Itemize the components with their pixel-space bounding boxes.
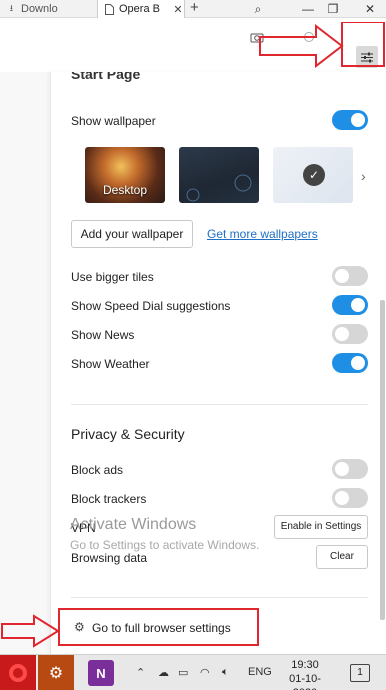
cloud-icon[interactable]: ☁ [158, 666, 169, 679]
get-more-wallpapers-link[interactable]: Get more wallpapers [207, 227, 318, 241]
battery-icon[interactable]: ▭ [178, 666, 188, 679]
tab-strip: ⭳ Downlo Opera B ✕ + ⌕ — ❐ ✕ [0, 0, 386, 18]
show-weather-toggle[interactable] [332, 353, 368, 373]
section-title-privacy: Privacy & Security [71, 426, 185, 442]
close-tab-icon[interactable]: ✕ [172, 3, 184, 16]
close-window-button[interactable]: ✕ [352, 0, 386, 18]
wallpaper-dark[interactable] [179, 147, 259, 203]
browsing-data-label: Browsing data [71, 551, 148, 565]
setting-label: Show Weather [71, 357, 150, 371]
volume-icon[interactable]: 🔈︎ [222, 666, 229, 679]
setting-label: Show News [71, 328, 135, 342]
block-ads-label: Block ads [71, 463, 124, 477]
opera-icon [9, 664, 27, 682]
setting-label: Use bigger tiles [71, 270, 154, 284]
divider [71, 404, 368, 405]
download-icon: ⭳ [9, 3, 14, 13]
panel-scrollbar[interactable] [380, 300, 385, 620]
show-wallpaper-toggle[interactable] [332, 110, 368, 130]
tab-label: Downlo [21, 3, 58, 15]
wallpaper-label: Desktop [102, 183, 148, 197]
section-title-start-page: Start Page [71, 72, 141, 82]
tab-opera-browser[interactable]: Opera B ✕ [97, 0, 185, 18]
notification-center-icon[interactable]: 1 [350, 664, 370, 682]
onenote-icon: N [96, 665, 106, 681]
chevron-right-icon[interactable]: › [361, 168, 366, 184]
setting-label: Show Speed Dial suggestions [71, 299, 231, 313]
wallpaper-desktop[interactable]: Desktop [85, 147, 165, 203]
clock-time: 19:30 [291, 659, 319, 671]
search-tabs-icon[interactable]: ⌕ [240, 0, 276, 18]
show-news-toggle[interactable] [332, 324, 368, 344]
onenote-app-button[interactable]: N [88, 660, 114, 686]
taskbar: ⚙ N ⌃ ☁ ▭ ◠ 🔈︎ ENG 19:30 01-10-2020 1 [0, 654, 386, 690]
full-browser-settings-link[interactable]: ⚙ Go to full browser settings [58, 608, 259, 646]
enable-vpn-button[interactable]: Enable in Settings [274, 515, 368, 539]
show-wallpaper-label: Show wallpaper [71, 114, 156, 128]
add-wallpaper-button[interactable]: Add your wallpaper [71, 220, 193, 248]
tab-downloads[interactable]: ⭳ Downlo [0, 0, 96, 18]
speed-dial-suggestions-toggle[interactable] [332, 295, 368, 315]
clock[interactable]: 19:30 01-10-2020 [280, 658, 330, 690]
selected-check-icon: ✓ [303, 164, 325, 186]
new-tab-button[interactable]: + [190, 0, 199, 18]
gear-icon: ⚙ [74, 620, 85, 634]
full-settings-label: Go to full browser settings [92, 621, 231, 635]
clock-date: 01-10-2020 [289, 673, 321, 690]
page-background [0, 72, 50, 654]
bigger-tiles-toggle[interactable] [332, 266, 368, 286]
block-trackers-toggle[interactable] [332, 488, 368, 508]
wifi-icon[interactable]: ◠ [200, 666, 210, 679]
block-trackers-label: Block trackers [71, 492, 147, 506]
activate-windows-subtitle: Go to Settings to activate Windows. [70, 538, 260, 552]
annotation-arrow-bottom [1, 614, 60, 648]
wallpaper-light[interactable]: ✓ [273, 147, 353, 203]
gear-icon: ⚙ [48, 665, 64, 682]
settings-app-button[interactable]: ⚙ [38, 655, 74, 690]
opera-app-button[interactable] [0, 655, 36, 690]
block-ads-toggle[interactable] [332, 459, 368, 479]
chevron-up-icon[interactable]: ⌃ [136, 666, 145, 679]
divider [71, 597, 368, 598]
easy-setup-panel: Start Page Show wallpaper Desktop ✓ › Ad… [50, 72, 386, 654]
clear-browsing-data-button[interactable]: Clear [316, 545, 368, 569]
language-indicator[interactable]: ENG [248, 666, 272, 678]
activate-windows-title: Activate Windows [70, 516, 197, 533]
annotation-arrow-top [259, 22, 385, 68]
tab-label: Opera B [119, 3, 160, 15]
page-icon [104, 3, 115, 15]
restore-button[interactable]: ❐ [315, 0, 351, 18]
